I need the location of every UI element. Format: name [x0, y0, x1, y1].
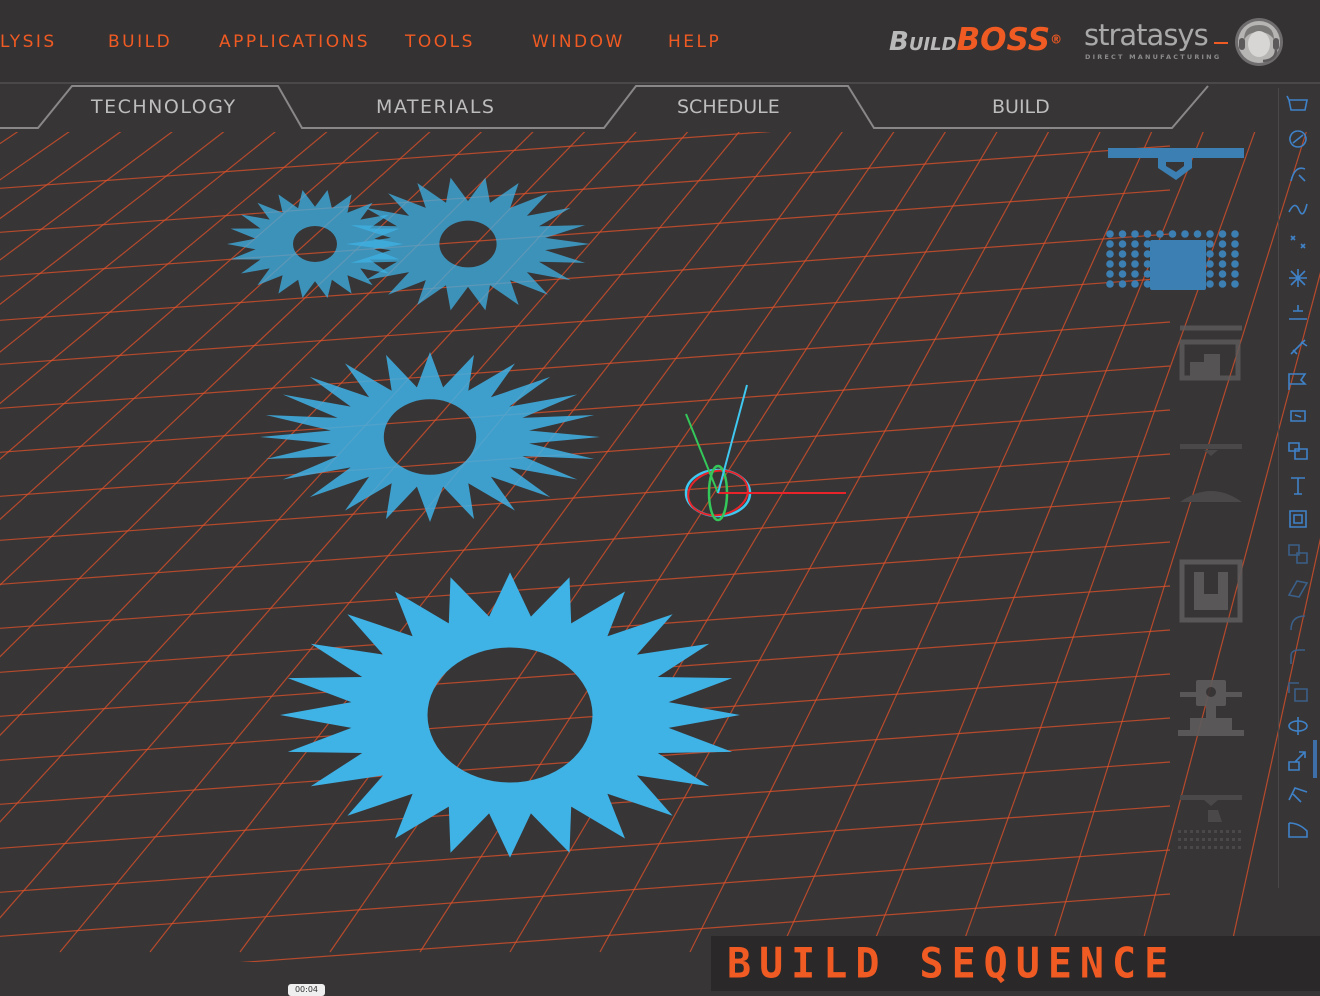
build-sequence-title: BUILD SEQUENCE	[727, 939, 1177, 989]
layer-grid-dots	[1178, 830, 1241, 849]
menu-item-window[interactable]: WINDOW	[532, 32, 625, 52]
part-cavity-icon[interactable]	[1179, 559, 1243, 623]
tab-bar: TECHNOLOGY MATERIALS SCHEDULE BUILD	[0, 84, 1215, 132]
sweep-icon[interactable]	[1285, 782, 1311, 808]
stratasys-logo: stratasys	[1084, 18, 1209, 52]
surface-icon[interactable]	[1285, 575, 1311, 601]
tray-build-icon[interactable]	[1179, 325, 1242, 381]
dome-layer-icon[interactable]	[1180, 444, 1242, 502]
tab-technology[interactable]: TECHNOLOGY	[91, 96, 237, 118]
extrude-icon[interactable]	[1285, 748, 1311, 774]
layer-grid-icon[interactable]	[1180, 795, 1242, 822]
tool-rail-scrollbar[interactable]	[1313, 740, 1317, 778]
rotate-icon[interactable]	[1285, 713, 1311, 739]
shell-icon[interactable]	[1285, 817, 1311, 843]
gear-part[interactable]	[260, 352, 600, 522]
spline-icon[interactable]	[1285, 196, 1311, 222]
buildboss-logo: BuildBOSS®	[889, 22, 1062, 58]
tab-schedule[interactable]: SCHEDULE	[677, 96, 780, 118]
jetting-unit-icon[interactable]	[1178, 680, 1244, 736]
top-menu-bar: LYSIS BUILD APPLICATIONS TOOLS WINDOW HE…	[0, 0, 1320, 84]
arc-icon[interactable]	[1285, 610, 1311, 636]
points-icon[interactable]	[1285, 230, 1311, 256]
logo-name: BOSS	[956, 22, 1051, 58]
star-points-icon[interactable]	[1285, 265, 1311, 291]
build-sequence-banner: BUILD SEQUENCE	[711, 936, 1320, 991]
stratasys-tagline: DIRECT MANUFACTURING	[1085, 53, 1222, 61]
video-timestamp: 00:04	[288, 984, 325, 996]
print-head-icon[interactable]	[1108, 148, 1244, 180]
frame-icon[interactable]	[1285, 506, 1311, 532]
move-icon[interactable]	[1285, 403, 1311, 429]
pencil-icon[interactable]	[1285, 334, 1311, 360]
menu-item-build[interactable]: BUILD	[108, 32, 172, 52]
tab-build[interactable]: BUILD	[992, 96, 1050, 118]
gear-part[interactable]	[346, 177, 590, 311]
menu-item-tools[interactable]: TOOLS	[405, 32, 475, 52]
support-headset-icon[interactable]	[1232, 14, 1286, 70]
fillet-icon[interactable]	[1285, 644, 1311, 670]
arrange-icon[interactable]	[1285, 437, 1311, 463]
process-steps-panel	[1100, 140, 1250, 870]
menu-item-applications[interactable]: APPLICATIONS	[219, 32, 370, 52]
duplicate-icon[interactable]	[1285, 541, 1311, 567]
menu-item-analysis[interactable]: LYSIS	[0, 32, 57, 52]
curve-icon[interactable]	[1285, 161, 1311, 187]
tab-materials[interactable]: MATERIALS	[376, 96, 495, 118]
tool-rail	[1278, 88, 1317, 888]
trim-icon[interactable]	[1285, 472, 1311, 498]
tray-icon[interactable]	[1285, 92, 1311, 118]
dimension-icon[interactable]	[1285, 299, 1311, 325]
divider	[1214, 42, 1228, 44]
gear-part[interactable]	[280, 572, 740, 858]
support-layer-icon[interactable]	[1150, 240, 1206, 290]
scale-icon[interactable]	[1285, 679, 1311, 705]
logo-prefix: Build	[889, 27, 957, 57]
flag-icon[interactable]	[1285, 368, 1311, 394]
menu-item-help[interactable]: HELP	[668, 32, 721, 52]
circle-sketch-icon[interactable]	[1285, 127, 1311, 153]
logo-registered: ®	[1050, 32, 1063, 47]
